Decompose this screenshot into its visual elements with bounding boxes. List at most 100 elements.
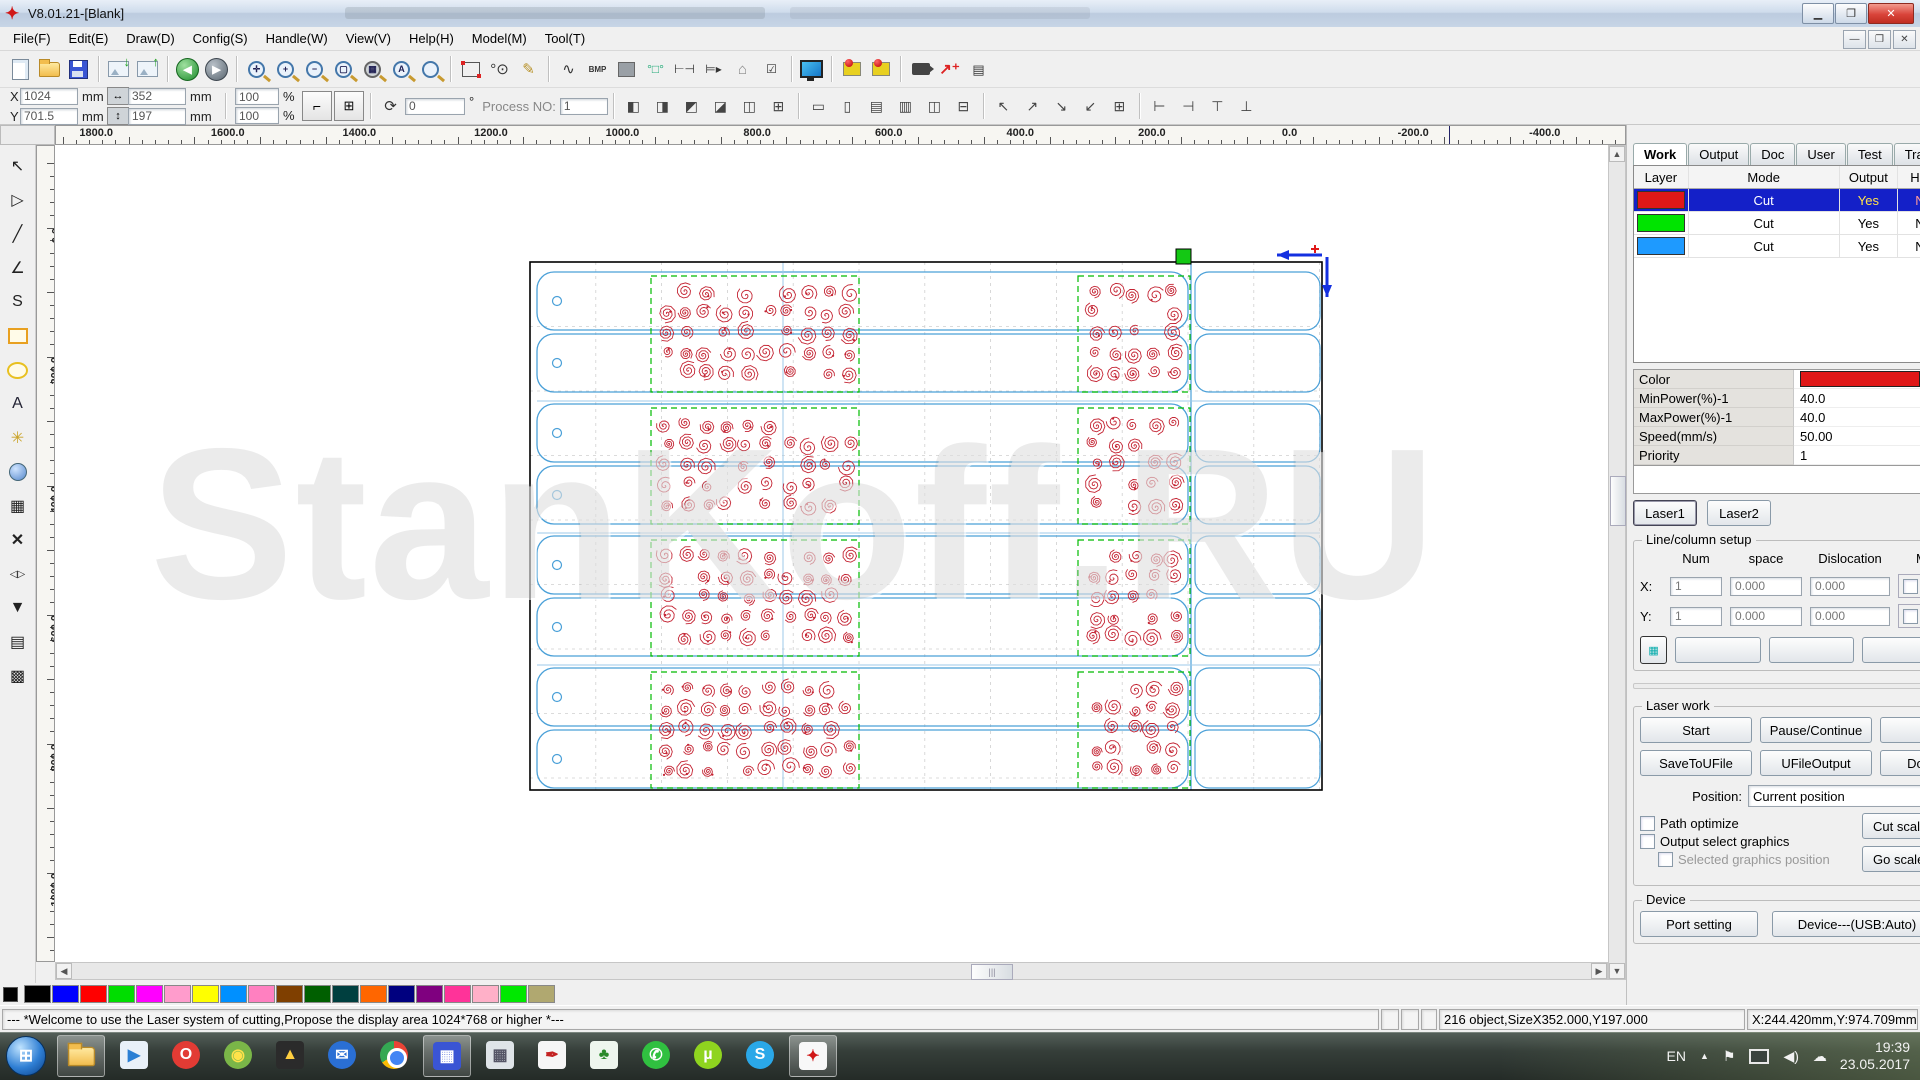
- menu-item-handle[interactable]: Handle(W): [257, 28, 337, 49]
- horizontal-scrollbar[interactable]: ◀ ||| ▶: [55, 962, 1608, 980]
- taskbar-icon-media-player[interactable]: ▶: [111, 1035, 157, 1075]
- device-list-button[interactable]: ▤: [965, 56, 992, 83]
- palette-swatch-1[interactable]: [52, 985, 79, 1003]
- array-tool[interactable]: ▩: [4, 662, 32, 690]
- scroll-left-icon[interactable]: ◀: [56, 963, 72, 979]
- scroll-right-icon[interactable]: ▶: [1591, 963, 1607, 979]
- polyline-tool[interactable]: ∠: [4, 254, 32, 282]
- measure-tool-button[interactable]: ⊢⊣: [671, 56, 698, 83]
- palette-swatch-5[interactable]: [164, 985, 191, 1003]
- y-position-input[interactable]: 701.5: [20, 108, 78, 125]
- menu-item-model[interactable]: Model(M): [463, 28, 536, 49]
- menu-item-help[interactable]: Help(H): [400, 28, 463, 49]
- start-button[interactable]: ⊞: [6, 1036, 46, 1076]
- align-tool-3-3-button[interactable]: ⊥: [1233, 93, 1260, 120]
- tray-cloud-icon[interactable]: ☁: [1813, 1048, 1827, 1065]
- zoom-out-button[interactable]: −: [301, 56, 328, 83]
- child-restore-button[interactable]: ❐: [1868, 30, 1891, 49]
- open-file-button[interactable]: [36, 56, 63, 83]
- mirror-v-tool[interactable]: ▼: [4, 594, 32, 622]
- align-tool-1-4-button[interactable]: ◫: [921, 93, 948, 120]
- tray-expand-icon[interactable]: ▲: [1700, 1051, 1709, 1061]
- palette-swatch-7[interactable]: [220, 985, 247, 1003]
- pause-continue-button[interactable]: Pause/Continue: [1760, 717, 1872, 743]
- node-tool-button[interactable]: °□°: [642, 56, 669, 83]
- simulate-run-button[interactable]: [867, 56, 894, 83]
- vertical-scrollbar[interactable]: ▲ ▼: [1608, 145, 1626, 980]
- lock-ratio-button[interactable]: ⌐: [302, 91, 332, 121]
- mirror-checkbox[interactable]: [1903, 609, 1918, 624]
- align-tool-0-2-button[interactable]: ◩: [678, 93, 705, 120]
- undo-button[interactable]: ◀: [174, 56, 201, 83]
- scroll-down-icon[interactable]: ▼: [1609, 963, 1625, 979]
- drawing-canvas[interactable]: [55, 145, 1608, 962]
- scroll-up-icon[interactable]: ▲: [1609, 146, 1625, 162]
- align-tool-2-3-button[interactable]: ↙: [1077, 93, 1104, 120]
- tray-flag-icon[interactable]: ⚑: [1723, 1048, 1736, 1065]
- align-tool-0-0-button[interactable]: ◧: [620, 93, 647, 120]
- new-file-button[interactable]: [7, 56, 34, 83]
- menu-item-view[interactable]: View(V): [337, 28, 400, 49]
- height-input[interactable]: 197: [128, 108, 186, 125]
- menu-item-edit[interactable]: Edit(E): [60, 28, 118, 49]
- taskbar-icon-skype[interactable]: S: [737, 1035, 783, 1075]
- line-tool[interactable]: ╱: [4, 220, 32, 248]
- tray-network-icon[interactable]: [1749, 1049, 1769, 1064]
- palette-swatch-4[interactable]: [136, 985, 163, 1003]
- palette-swatch-9[interactable]: [276, 985, 303, 1003]
- param-color-swatch[interactable]: [1800, 371, 1920, 387]
- preview-monitor-button[interactable]: [798, 56, 825, 83]
- dot-grid-tool[interactable]: ▦: [4, 492, 32, 520]
- taskbar-icon-backup-app[interactable]: ▦: [423, 1035, 471, 1077]
- sphere-tool[interactable]: [4, 458, 32, 486]
- zoom-page-button[interactable]: ▢: [330, 56, 357, 83]
- tab-test[interactable]: Test: [1847, 143, 1893, 165]
- curve-tool[interactable]: S: [4, 288, 32, 316]
- taskbar-icon-whatsapp[interactable]: ✆: [633, 1035, 679, 1075]
- go-scale-button[interactable]: Go scale: [1862, 846, 1920, 872]
- menu-item-tool[interactable]: Tool(T): [536, 28, 594, 49]
- rotate-button[interactable]: ⟳: [377, 93, 404, 120]
- line-column-y-input-0[interactable]: 1: [1670, 607, 1722, 626]
- align-tool-3-1-button[interactable]: ⊣: [1175, 93, 1202, 120]
- array-button-2[interactable]: [1769, 637, 1855, 663]
- align-tool-0-1-button[interactable]: ◨: [649, 93, 676, 120]
- select-tool[interactable]: ↖: [4, 152, 32, 180]
- taskbar-icon-explorer[interactable]: [57, 1035, 105, 1077]
- layer-row[interactable]: CutYesNo: [1634, 235, 1920, 258]
- align-tool-1-5-button[interactable]: ⊟: [950, 93, 977, 120]
- close-button[interactable]: ✕: [1868, 3, 1914, 24]
- simulate-output-button[interactable]: [838, 56, 865, 83]
- palette-swatch-17[interactable]: [500, 985, 527, 1003]
- array-button-1[interactable]: [1675, 637, 1761, 663]
- palette-swatch-8[interactable]: [248, 985, 275, 1003]
- taskbar-icon-photo-app[interactable]: ◉: [215, 1035, 261, 1075]
- delete-tool[interactable]: ✕: [4, 526, 32, 554]
- palette-swatch-2[interactable]: [80, 985, 107, 1003]
- line-column-y-input-1[interactable]: 0.000: [1730, 607, 1802, 626]
- laser1-button[interactable]: Laser1: [1633, 500, 1697, 526]
- selected-graphics-position-checkbox[interactable]: [1658, 852, 1673, 867]
- palette-swatch-12[interactable]: [360, 985, 387, 1003]
- menu-item-draw[interactable]: Draw(D): [117, 28, 183, 49]
- palette-swatch-16[interactable]: [472, 985, 499, 1003]
- layer-row[interactable]: CutYesNo: [1634, 189, 1920, 212]
- align-tool-2-1-button[interactable]: ↗: [1019, 93, 1046, 120]
- download-button[interactable]: Download: [1880, 750, 1920, 776]
- palette-swatch-18[interactable]: [528, 985, 555, 1003]
- text-tool[interactable]: A: [4, 390, 32, 418]
- zoom-in-button[interactable]: +: [272, 56, 299, 83]
- taskbar-icon-utorrent[interactable]: µ: [685, 1035, 731, 1075]
- width-input[interactable]: 352: [128, 88, 186, 105]
- ellipse-tool[interactable]: [4, 356, 32, 384]
- taskbar-icon-leaf-app[interactable]: ♣: [581, 1035, 627, 1075]
- pick-area-button[interactable]: [457, 56, 484, 83]
- taskbar-icon-calculator[interactable]: ▦: [477, 1035, 523, 1075]
- param-check-button[interactable]: ☑: [758, 56, 785, 83]
- taskbar-icon-laser-app[interactable]: ✦: [789, 1035, 837, 1077]
- tab-user[interactable]: User: [1796, 143, 1845, 165]
- cut-scale-button[interactable]: Cut scale: [1862, 813, 1920, 839]
- align-tool-0-3-button[interactable]: ◪: [707, 93, 734, 120]
- align-tool-3-2-button[interactable]: ⊤: [1204, 93, 1231, 120]
- zoom-default-button[interactable]: [417, 56, 444, 83]
